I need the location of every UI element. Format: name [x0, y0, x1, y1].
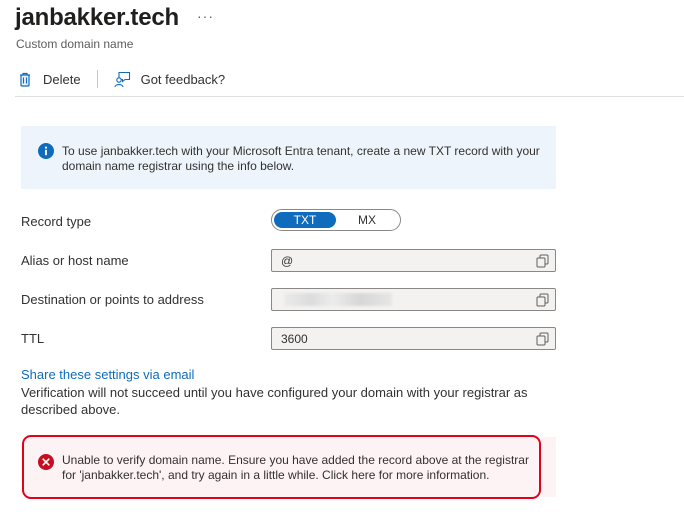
command-bar: Delete Got feedback? [16, 64, 225, 94]
error-banner[interactable]: Unable to verify domain name. Ensure you… [22, 435, 541, 499]
destination-field[interactable] [271, 288, 556, 311]
alias-field[interactable]: @ [271, 249, 556, 272]
record-type-option-mx[interactable]: MX [336, 212, 398, 228]
toolbar-divider-line [15, 96, 684, 97]
copy-icon[interactable] [536, 332, 549, 351]
record-type-label: Record type [21, 214, 92, 229]
feedback-label: Got feedback? [140, 71, 226, 87]
error-icon [38, 454, 54, 475]
feedback-person-icon [114, 70, 132, 88]
delete-button[interactable]: Delete [16, 70, 81, 88]
alias-label: Alias or host name [21, 253, 129, 268]
error-banner-text: Unable to verify domain name. Ensure you… [62, 453, 529, 482]
error-banner-edge [541, 437, 556, 497]
redacted-value [284, 293, 392, 306]
verification-note: Verification will not succeed until you … [21, 385, 528, 417]
ttl-value: 3600 [281, 332, 308, 346]
page-title: janbakker.tech [15, 4, 179, 31]
info-banner: To use janbakker.tech with your Microsof… [21, 126, 556, 189]
alias-value: @ [281, 254, 294, 268]
record-type-toggle: TXT MX [271, 209, 401, 231]
copy-icon[interactable] [536, 254, 549, 273]
page-subtitle: Custom domain name [16, 37, 134, 51]
ttl-label: TTL [21, 331, 45, 346]
trash-icon [16, 70, 34, 88]
more-actions-icon[interactable]: ··· [197, 8, 214, 24]
toolbar-divider [96, 70, 98, 88]
destination-label: Destination or points to address [21, 292, 204, 307]
share-settings-link[interactable]: Share these settings via email [21, 367, 194, 382]
info-banner-text: To use janbakker.tech with your Microsof… [62, 144, 540, 173]
delete-label: Delete [43, 71, 81, 87]
feedback-button[interactable]: Got feedback? [114, 70, 226, 88]
ttl-field[interactable]: 3600 [271, 327, 556, 350]
record-type-option-txt[interactable]: TXT [274, 212, 336, 228]
info-icon [38, 143, 54, 164]
copy-icon[interactable] [536, 293, 549, 312]
